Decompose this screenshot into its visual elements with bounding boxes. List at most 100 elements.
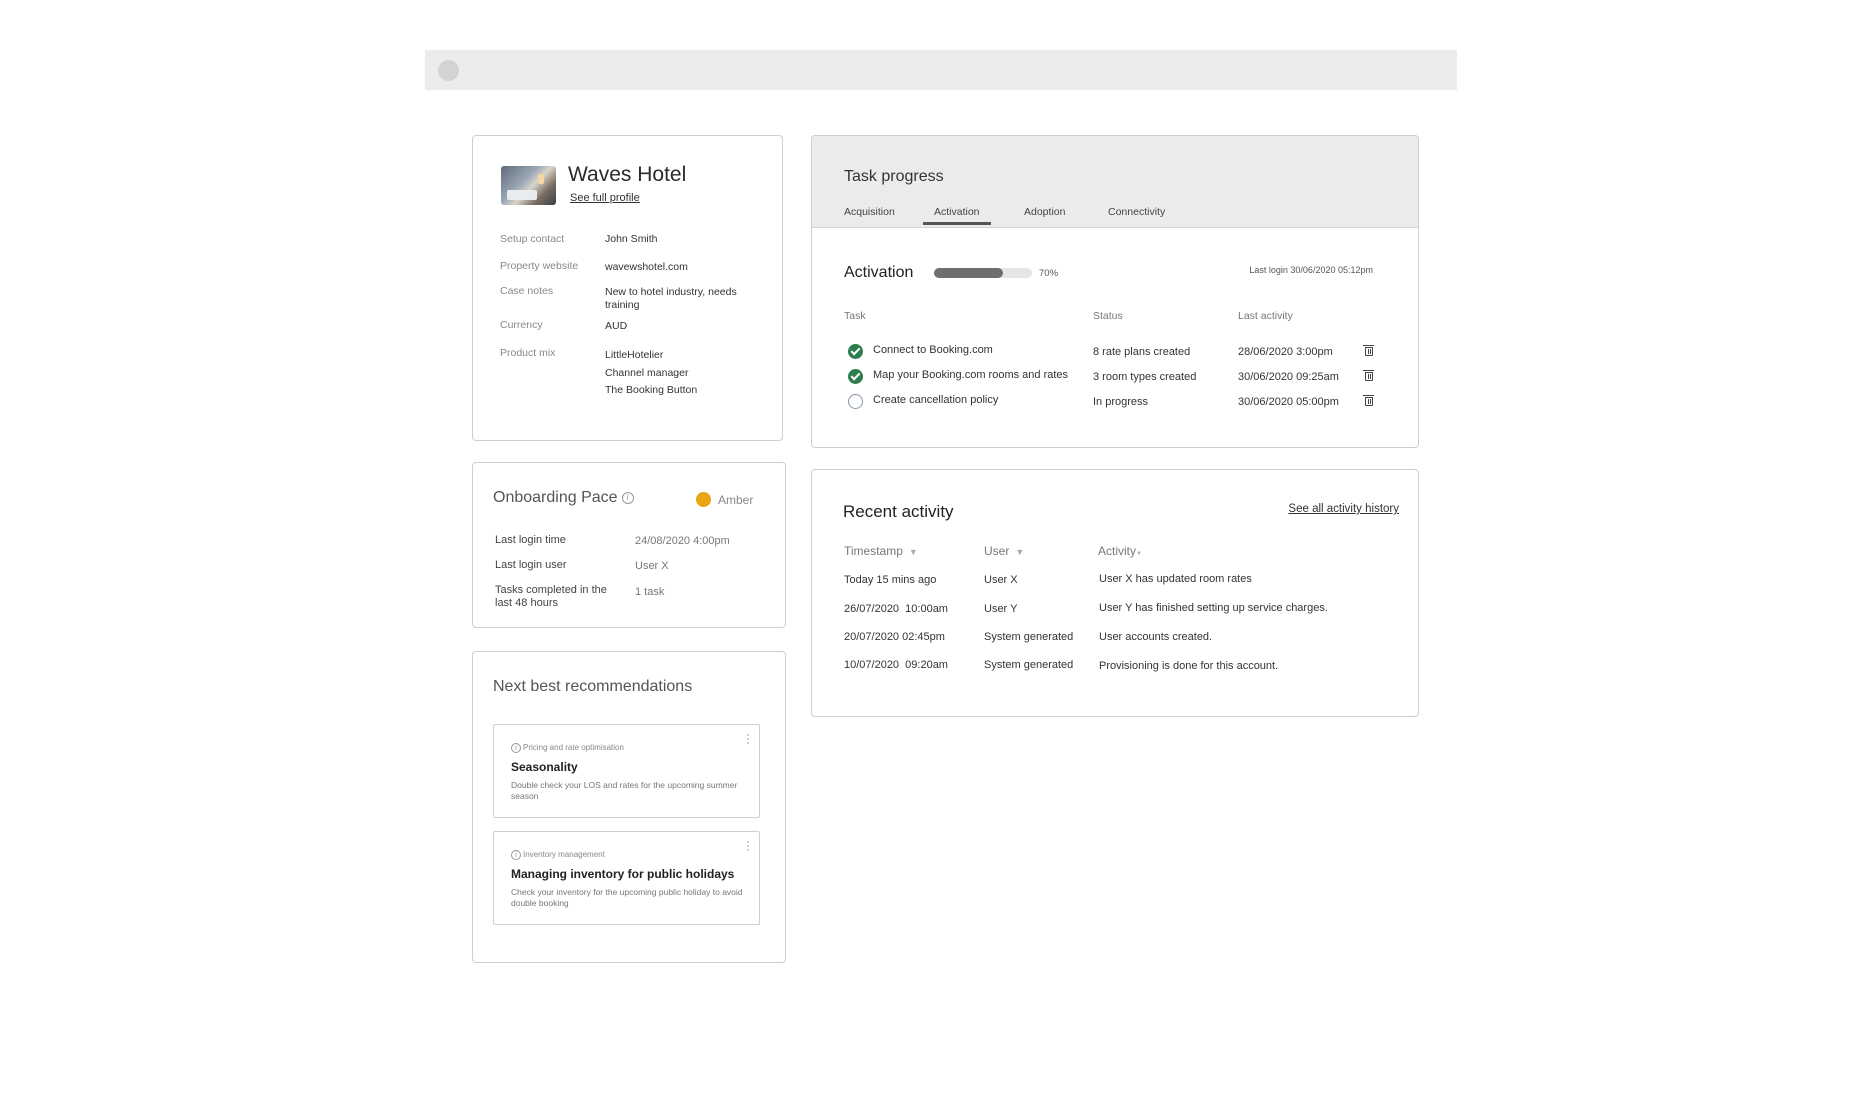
task-progress-title: Task progress: [844, 168, 944, 185]
tab-connectivity[interactable]: Connectivity: [1108, 206, 1165, 218]
status-label: Amber: [718, 493, 754, 507]
activity-description: User X has updated room rates: [1099, 573, 1252, 585]
onboarding-pace-card: Onboarding Pace i Amber Last login time 2…: [472, 462, 786, 628]
recommendation-description: Double check your LOS and rates for the …: [511, 780, 738, 801]
case-notes-label: Case notes: [500, 285, 554, 297]
task-name: Map your Booking.com rooms and rates: [873, 369, 1069, 381]
onboarding-pace-title: Onboarding Pace i: [493, 489, 634, 507]
check-circle-icon: [848, 344, 863, 359]
task-progress-card: Task progress Acquisition Activation Ado…: [811, 135, 1419, 448]
product-mix-label: Product mix: [500, 347, 556, 359]
currency-value: AUD: [605, 320, 628, 332]
onboarding-pace-title-text: Onboarding Pace: [493, 489, 618, 506]
hotel-name: Waves Hotel: [568, 163, 687, 186]
activity-description: User accounts created.: [1099, 631, 1213, 643]
top-bar: [425, 50, 1457, 90]
progress-percent: 70%: [1039, 268, 1059, 279]
task-last-activity: 30/06/2020 05:00pm: [1238, 396, 1339, 408]
currency-label: Currency: [500, 319, 543, 331]
task-name: Create cancellation policy: [873, 394, 999, 406]
thumbnail-lamp: [538, 174, 544, 184]
more-vertical-icon[interactable]: · · ·: [745, 730, 751, 749]
info-icon[interactable]: i: [621, 491, 634, 504]
column-header-status: Status: [1093, 310, 1123, 322]
trash-icon[interactable]: [1363, 370, 1374, 381]
recommendation-description: Check your inventory for the upcoming pu…: [511, 887, 743, 908]
activity-description: User Y has finished setting up service c…: [1099, 602, 1328, 614]
see-all-activity-link[interactable]: See all activity history: [1288, 503, 1399, 515]
avatar[interactable]: [438, 60, 459, 81]
status-dot: [696, 492, 711, 507]
recommendation-category: i Pricing and rate optimisation: [511, 743, 624, 753]
progress-bar: [934, 268, 1032, 278]
task-status: 8 rate plans created: [1093, 346, 1191, 358]
case-notes-value: New to hotel industry, needs training: [605, 286, 737, 311]
recommendation-title: Seasonality: [511, 760, 578, 774]
recommendations-title: Next best recommendations: [493, 678, 693, 695]
tab-acquisition[interactable]: Acquisition: [844, 206, 895, 218]
tasks-completed-value: 1 task: [635, 586, 665, 598]
recent-activity-card: Recent activity See all activity history…: [811, 469, 1419, 717]
see-full-profile-link[interactable]: See full profile: [570, 192, 640, 204]
activity-user: System generated: [984, 631, 1074, 643]
recommendation-title: Managing inventory for public holidays: [511, 867, 735, 881]
column-header-user[interactable]: User ▼: [984, 544, 1024, 558]
task-progress-header: Task progress Acquisition Activation Ado…: [812, 136, 1418, 228]
column-header-activity[interactable]: Activity▼: [1098, 544, 1142, 558]
task-row: Connect to Booking.com 8 rate plans crea…: [812, 342, 1418, 362]
thumbnail-bed: [507, 190, 537, 200]
task-name: Connect to Booking.com: [873, 344, 993, 356]
recommendation-category: i Inventory management: [511, 850, 605, 860]
progress-bar-fill: [934, 268, 1003, 278]
activity-timestamp: Today 15 mins ago: [844, 574, 937, 586]
last-login-text: Last login 30/06/2020 05:12pm: [1249, 265, 1373, 275]
task-last-activity: 30/06/2020 09:25am: [1238, 371, 1339, 383]
column-header-task: Task: [844, 310, 866, 322]
column-header-last-activity: Last activity: [1238, 310, 1293, 322]
sort-down-icon: ▼: [1136, 551, 1142, 557]
activity-timestamp: 10/07/2020 09:20am: [844, 659, 948, 671]
activity-description: Provisioning is done for this account.: [1099, 660, 1279, 672]
product-mix-item: LittleHotelier: [605, 349, 664, 361]
column-header-timestamp[interactable]: Timestamp ▼: [844, 544, 918, 558]
last-login-time-label: Last login time: [495, 534, 566, 546]
task-row: Map your Booking.com rooms and rates 3 r…: [812, 367, 1418, 387]
last-login-user-value: User X: [635, 560, 669, 572]
recommendation-category-text: Inventory management: [523, 850, 605, 860]
setup-contact-value: John Smith: [605, 233, 658, 245]
recent-activity-title: Recent activity: [843, 502, 954, 521]
info-icon: i: [511, 743, 521, 753]
recommendation-card[interactable]: i Inventory management Managing inventory…: [493, 831, 760, 925]
property-website-value: wavewshotel.com: [605, 261, 688, 273]
check-circle-icon: [848, 369, 863, 384]
section-title: Activation: [844, 264, 914, 281]
tasks-completed-label: Tasks completed in the last 48 hours: [495, 584, 607, 609]
recommendation-card[interactable]: i Pricing and rate optimisation Seasonali…: [493, 724, 760, 818]
task-last-activity: 28/06/2020 3:00pm: [1238, 346, 1333, 358]
trash-icon[interactable]: [1363, 345, 1374, 356]
last-login-user-label: Last login user: [495, 559, 567, 571]
product-mix-item: The Booking Button: [605, 384, 698, 396]
info-icon: i: [511, 850, 521, 860]
trash-icon[interactable]: [1363, 395, 1374, 406]
sort-down-icon: ▼: [908, 547, 918, 557]
product-mix-item: Channel manager: [605, 366, 689, 379]
recommendations-card: Next best recommendations i Pricing and r…: [472, 651, 786, 963]
column-header-user-text: User: [984, 544, 1010, 558]
hotel-profile-card: Waves Hotel See full profile Setup conta…: [472, 135, 783, 441]
tab-activation[interactable]: Activation: [923, 206, 990, 225]
more-vertical-icon[interactable]: · · ·: [745, 837, 751, 856]
activity-user: User Y: [984, 603, 1018, 615]
setup-contact-label: Setup contact: [500, 233, 565, 245]
column-header-activity-text: Activity: [1098, 544, 1137, 558]
activity-user: System generated: [984, 659, 1074, 671]
column-header-timestamp-text: Timestamp: [844, 544, 903, 558]
hotel-thumbnail: [501, 166, 556, 205]
property-website-label: Property website: [500, 260, 579, 272]
last-login-time-value: 24/08/2020 4:00pm: [635, 535, 730, 547]
activity-user: User X: [984, 574, 1018, 586]
sort-down-icon: ▼: [1015, 547, 1025, 557]
task-row: Create cancellation policy In progress 3…: [812, 392, 1418, 412]
tab-adoption[interactable]: Adoption: [1024, 206, 1065, 218]
product-mix-list: LittleHotelier Channel manager The Booki…: [605, 349, 755, 402]
